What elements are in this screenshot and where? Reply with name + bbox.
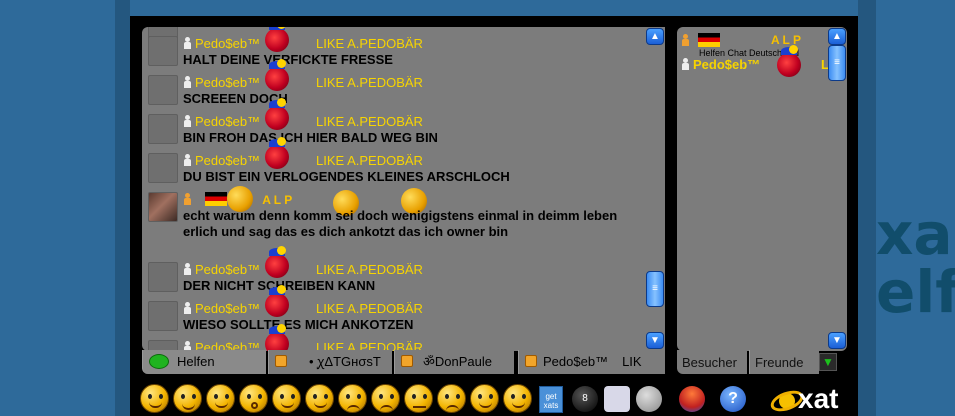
user-status: LIKE A.PEDOBÄR: [316, 301, 423, 316]
smirk-icon[interactable]: [503, 384, 532, 413]
page-margin-left: [115, 0, 130, 416]
user-icon: [183, 263, 192, 275]
avatar[interactable]: [148, 75, 178, 105]
sound-off-icon[interactable]: [604, 386, 630, 412]
tongue-icon[interactable]: [272, 384, 301, 413]
avatar[interactable]: [148, 262, 178, 292]
username[interactable]: Pedo$eb™: [195, 114, 260, 129]
tab-besucher[interactable]: Besucher: [677, 350, 747, 374]
visitor-status: A L P: [771, 33, 802, 47]
user-status: LIKE A.PEDOBÄR: [316, 153, 423, 168]
page-margin-right: [858, 0, 876, 416]
scroll-thumb[interactable]: ≡: [828, 45, 846, 81]
block-icon[interactable]: [636, 386, 662, 412]
user-icon: [183, 154, 192, 166]
scroll-down-button[interactable]: ▼: [646, 332, 664, 349]
user-status: A L P: [262, 193, 293, 207]
tab-private-chat[interactable]: • ꭕΔTGнσѕT: [268, 350, 392, 374]
background-logo: xa elf: [876, 205, 955, 326]
pawn-icon: [265, 246, 289, 278]
scroll-thumb[interactable]: ≡: [646, 271, 664, 307]
smiley-toolbar: get xats 8 ? xat: [130, 380, 858, 416]
tab-private-chat[interactable]: Pedo$eb™ LIK: [518, 350, 665, 374]
message-list: Pedo$eb™ LIKE A.PEDOBÄR HALT DEINE VERFI…: [142, 27, 665, 351]
tab-label: Pedo$eb™: [543, 354, 609, 369]
avatar[interactable]: [148, 36, 178, 66]
username[interactable]: Pedo$eb™: [195, 36, 260, 51]
user-icon: [183, 302, 192, 314]
avatar[interactable]: [148, 301, 178, 331]
grin-icon[interactable]: [173, 384, 202, 413]
confused-icon[interactable]: [371, 384, 400, 413]
avatar[interactable]: [148, 114, 178, 144]
angry-icon[interactable]: [338, 384, 367, 413]
username[interactable]: Pedo$eb™: [195, 75, 260, 90]
wink-icon[interactable]: [206, 384, 235, 413]
tab-private-chat[interactable]: ॐDonPaule: [394, 350, 514, 374]
pawn-icon: [265, 59, 289, 91]
users-icon[interactable]: [679, 386, 705, 412]
chat-scrollbar[interactable]: ▲ ≡ ▼: [645, 27, 665, 351]
tab-helfen[interactable]: Helfen: [142, 350, 266, 374]
surprised-icon[interactable]: [239, 384, 268, 413]
thinking-icon[interactable]: [470, 384, 499, 413]
german-flag-icon: [204, 192, 227, 206]
user-status: LIKE A.PEDOBÄR: [316, 36, 423, 51]
username[interactable]: Pedo$eb™: [195, 153, 260, 168]
tab-label: LIK: [622, 354, 642, 369]
pawn-icon: [265, 98, 289, 130]
tab-label: ॐDonPaule: [423, 354, 492, 369]
user-status: LIKE A.PEDOBÄR: [316, 262, 423, 277]
pawn-icon: [265, 137, 289, 169]
speech-bubble-icon: [149, 354, 169, 369]
message-text: BIN FROH DAS ICH HIER BALD WEG BIN: [183, 130, 438, 145]
visitor-name[interactable]: Pedo$eb™: [693, 57, 760, 72]
tab-label: Helfen: [177, 354, 215, 369]
pawn-icon: [265, 285, 289, 317]
neutral-icon[interactable]: [404, 384, 433, 413]
message-text: HALT DEINE VERFICKTE FRESSE: [183, 52, 393, 67]
visitor-list: A L P Helfen Chat Deutschland Pedo$eb™ L…: [677, 27, 847, 351]
username[interactable]: Pedo$eb™: [195, 301, 260, 316]
sad-icon[interactable]: [437, 384, 466, 413]
message-text: echt warum denn komm sei doch wenigigste…: [183, 208, 618, 239]
user-icon: [183, 76, 192, 88]
eight-ball-icon[interactable]: 8: [572, 386, 598, 412]
pawn-icon: [265, 324, 289, 351]
scroll-up-button[interactable]: ▲: [646, 28, 664, 45]
xat-logo[interactable]: xat: [767, 383, 850, 416]
user-icon: [183, 193, 192, 205]
username[interactable]: Pedo$eb™: [195, 262, 260, 277]
help-button[interactable]: ?: [720, 386, 746, 412]
avatar[interactable]: [148, 192, 178, 222]
user-icon: [183, 115, 192, 127]
lock-icon: [275, 355, 287, 367]
lock-icon: [525, 355, 537, 367]
message-text: WIESO SOLLTE ES MICH ANKOTZEN: [183, 317, 414, 332]
tab-freunde[interactable]: Freunde: [749, 350, 819, 374]
get-xats-button[interactable]: get xats: [539, 386, 563, 413]
german-flag-icon: [697, 33, 720, 47]
avatar[interactable]: [148, 153, 178, 183]
user-icon: [681, 58, 690, 70]
user-status: LIKE A.PEDOBÄR: [316, 75, 423, 90]
chat-tabs: Helfen • ꭕΔTGнσѕT ॐDonPaule Pedo$eb™ LIK: [142, 350, 665, 374]
list-item[interactable]: A L P Helfen Chat Deutschland: [681, 33, 801, 58]
message-text: DU BIST EIN VERLOGENDES KLEINES ARSCHLOC…: [183, 169, 510, 184]
pawn-icon: [265, 27, 289, 52]
cool-icon[interactable]: [305, 384, 334, 413]
user-icon: [183, 37, 192, 49]
scroll-down-button[interactable]: ▼: [828, 332, 846, 349]
smile-icon[interactable]: [140, 384, 169, 413]
user-status: LIKE A.PEDOBÄR: [316, 114, 423, 129]
lock-icon: [401, 355, 413, 367]
xat-wordmark: xat: [798, 383, 839, 414]
scroll-up-button[interactable]: ▲: [828, 28, 846, 45]
tab-label: • ꭕΔTGнσѕT: [309, 354, 381, 369]
user-icon: [681, 34, 690, 46]
menu-arrow-icon[interactable]: ▼: [819, 353, 837, 371]
list-item[interactable]: Pedo$eb™ L: [681, 45, 829, 77]
pawn-icon: [777, 45, 801, 77]
